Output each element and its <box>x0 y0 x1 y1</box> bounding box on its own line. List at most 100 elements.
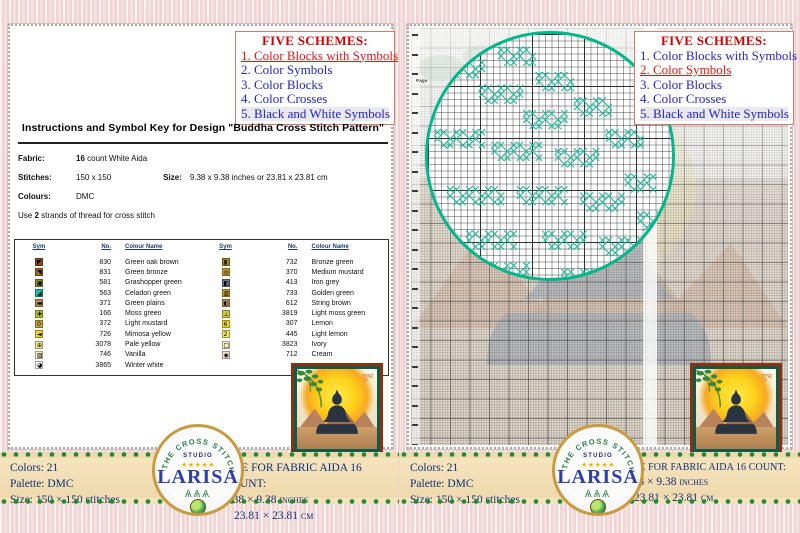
key-symbol-swatch: ⊕ <box>35 340 43 349</box>
key-row: ◤ 830 Green oak brown <box>15 257 202 267</box>
key-thread-number: 372 <box>99 320 111 328</box>
header-name: Colour Name <box>311 244 349 250</box>
logo-studio-label: STUDIO <box>583 453 613 459</box>
key-thread-number: 732 <box>285 258 298 266</box>
header-no: No. <box>287 244 298 250</box>
key-rows-left: ◤ 830 Green oak brown ◥ 831 Green bronze ▣ 581 G… <box>15 257 202 370</box>
key-colour-name: Ivory <box>311 341 327 349</box>
key-thread-number: 3078 <box>95 341 111 349</box>
ruler-tick <box>412 92 418 95</box>
key-thread-number: 831 <box>99 268 111 276</box>
colours-value: DMC <box>76 192 95 201</box>
header-no: No. <box>101 244 111 250</box>
strands-prefix: Use <box>18 211 35 220</box>
strands-suffix: strands of thread for cross stitch <box>38 211 155 220</box>
key-row: 6 307 Lemon <box>202 319 389 329</box>
schemes-title: FIVE SCHEMES: <box>660 33 768 48</box>
key-symbol-swatch: 2 <box>202 330 250 339</box>
ruler-tick <box>412 151 418 153</box>
key-symbol-swatch: ✚ <box>35 309 43 318</box>
strands-note: Use 2 strands of thread for cross stitch <box>18 211 388 220</box>
key-colour-name: Iron grey <box>311 279 340 287</box>
ruler-tick <box>412 287 418 290</box>
key-thread-number: 581 <box>99 279 111 287</box>
header-sym: Sym <box>219 244 232 250</box>
key-colour-name: Pale yellow <box>125 341 161 349</box>
header-sym: Sym <box>32 244 46 250</box>
key-header-left: Sym No. Colour Name <box>15 244 202 250</box>
key-symbol-swatch: ◥ <box>35 268 43 277</box>
stitches-value: 150 x 150 <box>76 173 112 182</box>
ruler-tick <box>412 326 418 329</box>
size-value: 9.38 x 9.38 inches or 23.81 x 23.81 cm <box>189 173 328 182</box>
key-symbol-swatch: ◧ <box>221 278 230 287</box>
preview-canvas: शुभ <box>696 369 776 449</box>
key-thread-number: 830 <box>99 258 111 266</box>
size-cm: 23.81 × 23.81 cm <box>234 509 314 522</box>
studio-logo-left: THE CROSS STITCH STUDIO ★★★★★ LARISA ѦѦѦ <box>152 424 244 516</box>
key-colour-name: Golden green <box>311 289 354 297</box>
om-glyph: शुभ <box>760 372 772 381</box>
key-colour-name: Bronze green <box>311 258 354 266</box>
key-symbol-swatch: ◤ <box>35 258 43 267</box>
ruler-tick <box>412 170 418 173</box>
key-symbol-swatch: ⊥ <box>221 309 230 318</box>
key-row: ▮ 732 Bronze green <box>202 257 389 267</box>
logo-studio-label: STUDIO <box>183 453 213 459</box>
ruler-tick <box>412 404 418 407</box>
chart-ruler-left <box>411 28 420 445</box>
five-schemes-box-right: FIVE SCHEMES: 1. Color Blocks with Symbo… <box>634 31 797 126</box>
key-symbol-swatch: ▬ <box>35 299 43 308</box>
fabric-count: 16 <box>76 154 85 163</box>
key-colour-name: Vanilla <box>125 351 146 359</box>
design-preview-right: शुभ <box>690 363 782 455</box>
key-thread-number: 712 <box>285 351 298 359</box>
ruler-tick <box>412 229 418 231</box>
key-symbol-swatch: ▣ <box>35 278 43 287</box>
key-thread-number: 726 <box>99 330 111 338</box>
key-column-left: Sym No. Colour Name ◤ 830 Green oak brown ◥… <box>15 240 202 375</box>
ruler-tick <box>412 53 418 56</box>
studio-logo-right: THE CROSS STITCH STUDIO ★★★★★ LARISA ѦѦѦ <box>552 424 644 516</box>
ruler-tick <box>412 385 418 387</box>
key-symbol-swatch: 6 <box>202 319 250 328</box>
ruler-tick <box>412 209 418 212</box>
size-title: SIZE FOR FABRIC AIDA 16 COUNT: <box>224 462 362 490</box>
key-thread-number: 746 <box>99 351 111 359</box>
ruler-tick <box>412 112 418 114</box>
scheme-item-3: 3. Color Blocks <box>640 76 722 92</box>
om-glyph: शुभ <box>361 372 373 381</box>
ruler-tick <box>412 131 418 134</box>
scheme-item-2: 2. Color Symbols <box>640 62 732 78</box>
spec-row-colours: Colours: DMC <box>18 192 388 201</box>
ruler-tick <box>412 73 418 75</box>
scheme-item-3: 3. Color Blocks <box>241 76 323 92</box>
key-symbol-swatch: □ <box>221 340 230 349</box>
ruler-tick <box>412 365 418 368</box>
key-colour-name: Celadon green <box>125 289 171 297</box>
preview-canvas: शुभ <box>297 369 377 449</box>
key-thread-number: 733 <box>285 289 298 297</box>
key-colour-name: Moss green <box>125 310 162 318</box>
ruler-tick <box>412 346 418 348</box>
key-row: ▥ 733 Golden green <box>202 288 389 298</box>
size-label: Size: <box>163 173 182 182</box>
key-row: ◢ 563 Celadon green <box>15 288 202 298</box>
logo-name: LARISA <box>557 466 639 488</box>
key-row: □ 3823 Ivory <box>202 339 389 349</box>
key-colour-name: Lemon <box>311 320 333 328</box>
key-thread-number: 166 <box>99 310 111 318</box>
key-colour-name: Light moss green <box>311 310 366 318</box>
key-row: ▨ 746 Vanilla <box>15 350 202 360</box>
page-title: Instructions and Symbol Key for Design "… <box>21 122 385 134</box>
logo-name: LARISA <box>157 466 239 488</box>
scheme-item-1: 1. Color Blocks with Symbols <box>241 47 399 63</box>
key-row: ▣ 581 Grashopper green <box>15 278 202 288</box>
key-row: 0 372 Light mustard <box>15 319 202 329</box>
buddha-silhouette-icon <box>316 389 358 434</box>
key-row: ◉ 712 Cream <box>202 350 389 360</box>
ruler-tick <box>412 34 418 36</box>
key-colour-name: Medium mustard <box>311 268 364 276</box>
page-label: Page <box>416 78 428 83</box>
key-symbol-swatch: ◐ <box>221 299 230 308</box>
